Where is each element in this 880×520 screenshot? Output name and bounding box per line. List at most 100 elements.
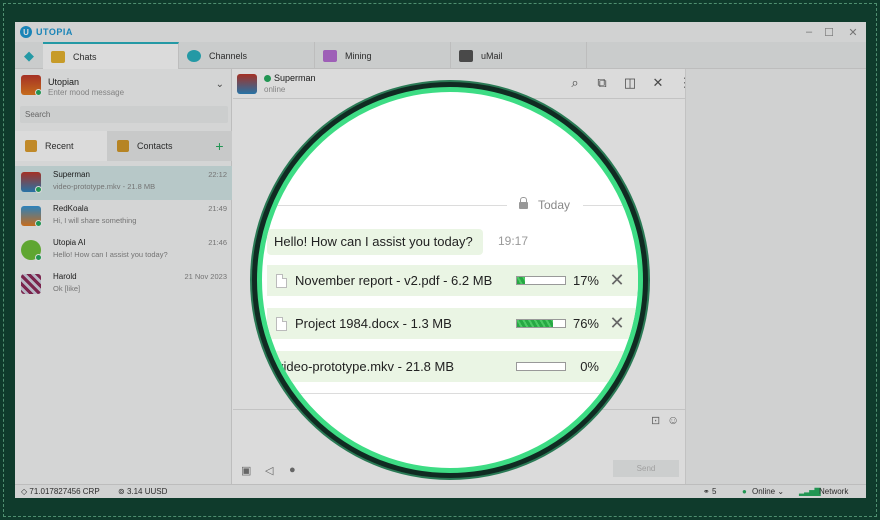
profile-name: Utopian <box>48 77 80 87</box>
online-status-dot <box>35 220 42 227</box>
progress-bar <box>516 319 566 328</box>
file-icon <box>276 274 287 288</box>
composer-divider <box>262 393 638 394</box>
tab-channels[interactable]: Channels <box>179 42 315 69</box>
wallet-gem-icon[interactable]: ◆ <box>15 42 43 69</box>
sidebar: Utopian Enter mood message ⌄ Recent Cont… <box>15 69 232 485</box>
umail-icon <box>459 49 473 62</box>
tab-mining[interactable]: Mining <box>315 42 451 69</box>
minimize-icon[interactable]: – <box>801 24 817 40</box>
chats-icon <box>51 50 65 63</box>
chat-time: 22:12 <box>208 170 227 179</box>
search-icon[interactable]: ⌕ <box>566 74 584 92</box>
avatar <box>21 274 41 294</box>
panel-toggle-icon[interactable]: ◫ <box>621 74 639 92</box>
online-status-dot <box>35 89 42 96</box>
crp-balance-value: 71.017827456 CRP <box>29 487 100 496</box>
tab-label: Channels <box>209 50 248 61</box>
progress-fill <box>517 320 554 327</box>
mood-message-input[interactable]: Enter mood message <box>48 88 124 97</box>
tab-contacts[interactable]: Contacts <box>107 131 207 161</box>
add-contact-icon[interactable]: + <box>207 131 232 161</box>
sidebar-subtabs: Recent Contacts + <box>15 131 232 161</box>
network-label: Network <box>819 487 849 496</box>
progress-percent: 17% <box>572 273 599 288</box>
chat-name: RedKoala <box>53 204 89 213</box>
channels-icon <box>187 49 201 62</box>
conversation-name: Superman <box>274 73 316 83</box>
progress-fill <box>517 277 526 284</box>
status-bar: ◇ 71.017827456 CRP ⊚ 3.14 UUSD ⚭ 5 ● Onl… <box>15 484 866 498</box>
tab-label: Recent <box>45 141 74 151</box>
tab-chats[interactable]: Chats <box>43 42 179 69</box>
chevron-down-icon[interactable]: ⌄ <box>216 79 224 90</box>
chat-preview: Hi, I will share something <box>53 216 137 225</box>
chat-time: 21 Nov 2023 <box>184 272 227 281</box>
file-name: video-prototype.mkv - 21.8 MB <box>277 359 455 374</box>
uusd-balance-value: 3.14 UUSD <box>126 487 168 496</box>
utopia-logo-icon: U <box>20 26 32 38</box>
maximize-icon[interactable]: ☐ <box>821 24 837 40</box>
day-separator: Today <box>519 196 570 212</box>
day-divider-line <box>262 205 507 206</box>
main-tab-bar: ◆ Chats Channels Mining uMail <box>15 42 866 69</box>
chat-preview: video-prototype.mkv - 21.8 MB <box>53 182 156 191</box>
chat-preview: Ok [like] <box>53 284 81 293</box>
magnified-transfers-view: Today Hello! How can I assist you today?… <box>262 92 638 468</box>
progress-percent: 76% <box>572 316 599 331</box>
chat-preview: Hello! How can I assist you today? <box>53 250 168 259</box>
online-status-dot <box>35 254 42 261</box>
tab-label: Chats <box>73 51 97 62</box>
crp-balance: ◇ 71.017827456 CRP <box>21 487 100 496</box>
presence-label: Online <box>752 487 776 496</box>
magnifier-lens: Today Hello! How can I assist you today?… <box>257 87 643 473</box>
file-transfer-row: November report - v2.pdf - 6.2 MB 17% ✕ <box>267 265 638 296</box>
tab-label: Contacts <box>137 141 173 151</box>
copy-icon[interactable]: ⧉ <box>593 74 611 92</box>
close-window-icon[interactable]: ✕ <box>845 24 861 40</box>
file-name: November report - v2.pdf - 6.2 MB <box>295 273 493 288</box>
tab-label: Mining <box>345 50 372 61</box>
tab-recent[interactable]: Recent <box>15 131 107 161</box>
chat-name: Superman <box>53 170 90 179</box>
file-transfer-row: video-prototype.mkv - 21.8 MB 0% <box>267 351 638 382</box>
cancel-transfer-icon[interactable]: ✕ <box>608 314 626 332</box>
progress-percent: 0% <box>580 359 599 374</box>
chat-list-item[interactable]: Harold Ok [like] 21 Nov 2023 <box>15 268 232 302</box>
profile-header[interactable]: Utopian Enter mood message ⌄ <box>15 69 232 103</box>
wallet-transfer-icon[interactable]: ▣ <box>241 464 251 477</box>
online-status-dot <box>264 75 271 82</box>
chat-time: 21:49 <box>208 204 227 213</box>
title-bar: U UTOPIA – ☐ ✕ <box>15 22 866 42</box>
attach-icon[interactable]: ⊡ <box>651 414 660 427</box>
presence-dot-icon: ● <box>742 487 747 496</box>
emoji-icon[interactable]: ☺ <box>667 413 679 427</box>
message-time: 19:17 <box>498 234 529 248</box>
progress-bar <box>516 276 566 285</box>
recent-icon <box>25 140 37 152</box>
tab-label: uMail <box>481 50 503 61</box>
message-bubble: Hello! How can I assist you today? <box>267 229 483 255</box>
chat-list-item[interactable]: RedKoala Hi, I will share something 21:4… <box>15 200 232 234</box>
app-title: UTOPIA <box>36 27 73 37</box>
mining-icon <box>323 49 337 62</box>
progress-bar <box>516 362 566 371</box>
chat-time: 21:46 <box>208 238 227 247</box>
signal-bars-icon: ▂▃▅▇ <box>799 487 821 496</box>
file-name: Project 1984.docx - 1.3 MB <box>295 316 452 331</box>
online-status-dot <box>35 186 42 193</box>
uusd-balance: ⊚ 3.14 UUSD <box>118 487 168 496</box>
chat-list-item[interactable]: Utopia AI Hello! How can I assist you to… <box>15 234 232 268</box>
chat-list-item[interactable]: Superman video-prototype.mkv - 21.8 MB 2… <box>15 166 232 200</box>
presence-selector[interactable]: Online ⌄ <box>752 487 784 496</box>
tab-umail[interactable]: uMail <box>451 42 587 69</box>
peers-count: ⚭ 5 <box>703 487 717 496</box>
chat-name: Utopia AI <box>53 238 86 247</box>
close-chat-icon[interactable]: ✕ <box>649 74 667 92</box>
lock-icon <box>519 196 528 209</box>
details-panel <box>685 69 866 485</box>
search-input[interactable] <box>20 106 228 123</box>
file-icon <box>276 317 287 331</box>
cancel-transfer-icon[interactable]: ✕ <box>608 271 626 289</box>
file-transfer-row: Project 1984.docx - 1.3 MB 76% ✕ <box>267 308 638 339</box>
